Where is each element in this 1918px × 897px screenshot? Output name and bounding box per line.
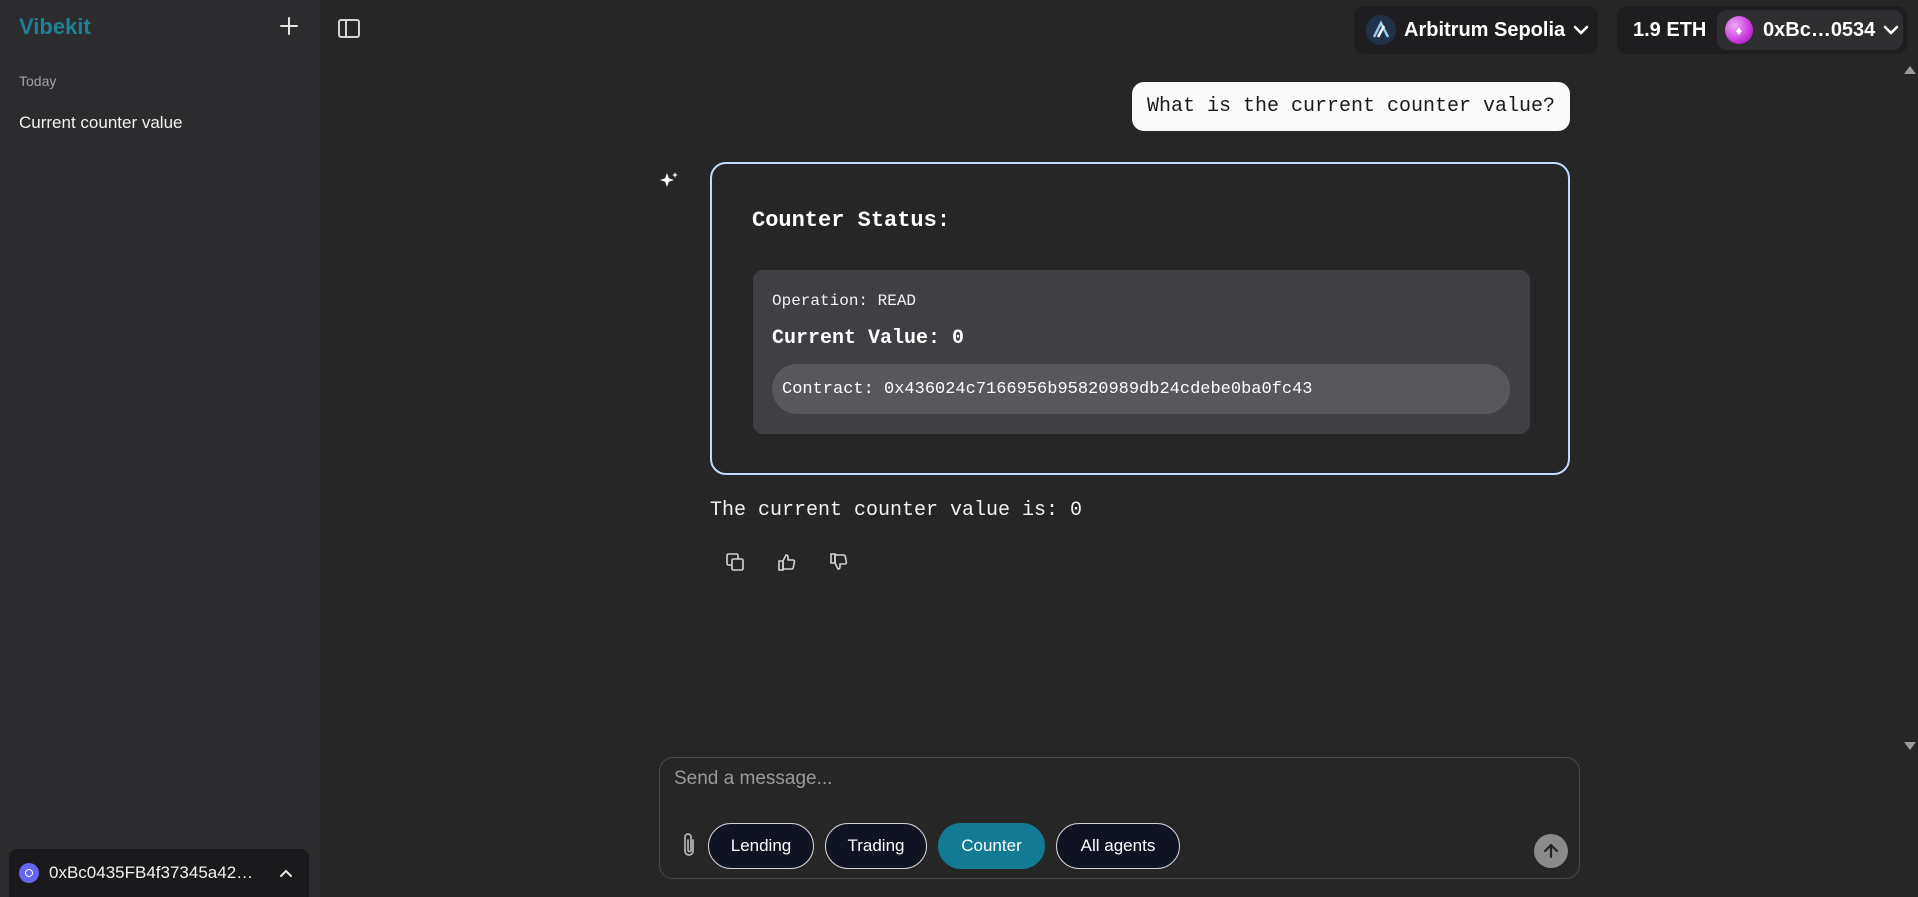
thumbs-down-icon bbox=[830, 553, 848, 570]
paperclip-icon bbox=[684, 833, 694, 856]
history-section-label: Today bbox=[19, 73, 57, 89]
account-avatar: ♦ bbox=[1725, 16, 1753, 44]
arbitrum-logo-icon bbox=[1366, 15, 1396, 45]
network-selector[interactable]: Arbitrum Sepolia bbox=[1354, 6, 1598, 54]
chevron-down-icon bbox=[1884, 25, 1899, 35]
counter-status-card: Counter Status: Operation: READ Current … bbox=[710, 162, 1570, 475]
history-item-current-counter-value[interactable]: Current counter value bbox=[10, 108, 310, 138]
contract-address: Contract: 0x436024c7166956b95820989db24c… bbox=[772, 364, 1510, 414]
message-input[interactable] bbox=[674, 768, 1554, 804]
account-address: 0xBc…0534 bbox=[1763, 18, 1876, 41]
plus-icon bbox=[280, 17, 298, 35]
chevron-up-icon bbox=[280, 869, 292, 877]
thumbs-down-button[interactable] bbox=[826, 549, 852, 575]
copy-button[interactable] bbox=[722, 549, 748, 575]
attach-button[interactable] bbox=[678, 831, 700, 859]
copy-icon bbox=[726, 553, 744, 571]
sidebar-toggle-button[interactable] bbox=[337, 18, 363, 42]
wallet-address: 0xBc0435FB4f37345a42… bbox=[49, 863, 254, 882]
sidebar: Vibekit Today Current counter value 0xBc… bbox=[0, 0, 320, 897]
scroll-up-arrow-icon[interactable] bbox=[1904, 66, 1916, 74]
operation-label: Operation: READ bbox=[772, 292, 917, 310]
account-panel: 1.9 ETH ♦ 0xBc…0534 bbox=[1617, 6, 1907, 54]
thumbs-up-button[interactable] bbox=[774, 549, 800, 575]
message-composer: Lending Trading Counter All agents bbox=[659, 757, 1580, 879]
agent-chip-counter[interactable]: Counter bbox=[938, 823, 1045, 869]
brand-logo[interactable]: Vibekit bbox=[19, 14, 91, 40]
send-button[interactable] bbox=[1534, 834, 1568, 868]
account-button[interactable]: ♦ 0xBc…0534 bbox=[1717, 10, 1903, 50]
wallet-menu-button[interactable]: 0xBc0435FB4f37345a42… bbox=[9, 849, 309, 897]
assistant-answer: The current counter value is: 0 bbox=[710, 499, 1083, 522]
current-value: Current Value: 0 bbox=[772, 327, 965, 350]
arrow-up-icon bbox=[1543, 843, 1559, 859]
chevron-down-icon bbox=[1573, 25, 1589, 35]
new-chat-button[interactable] bbox=[276, 13, 302, 39]
agent-chip-lending[interactable]: Lending bbox=[708, 823, 814, 869]
wallet-icon bbox=[19, 863, 39, 883]
scroll-down-arrow-icon[interactable] bbox=[1904, 742, 1916, 750]
chat-scrollbar[interactable] bbox=[1900, 62, 1918, 758]
sidebar-toggle-icon bbox=[338, 19, 360, 38]
sparkle-icon bbox=[660, 172, 678, 187]
network-name: Arbitrum Sepolia bbox=[1404, 18, 1566, 41]
app-window: Vibekit Today Current counter value 0xBc… bbox=[0, 0, 1918, 897]
agent-chip-all-agents[interactable]: All agents bbox=[1056, 823, 1180, 869]
eth-balance: 1.9 ETH bbox=[1633, 18, 1707, 41]
thumbs-up-icon bbox=[778, 554, 796, 571]
counter-details: Operation: READ Current Value: 0 Contrac… bbox=[753, 270, 1530, 434]
agent-chip-trading[interactable]: Trading bbox=[825, 823, 927, 869]
card-title: Counter Status: bbox=[752, 208, 951, 233]
user-message: What is the current counter value? bbox=[1132, 82, 1570, 131]
